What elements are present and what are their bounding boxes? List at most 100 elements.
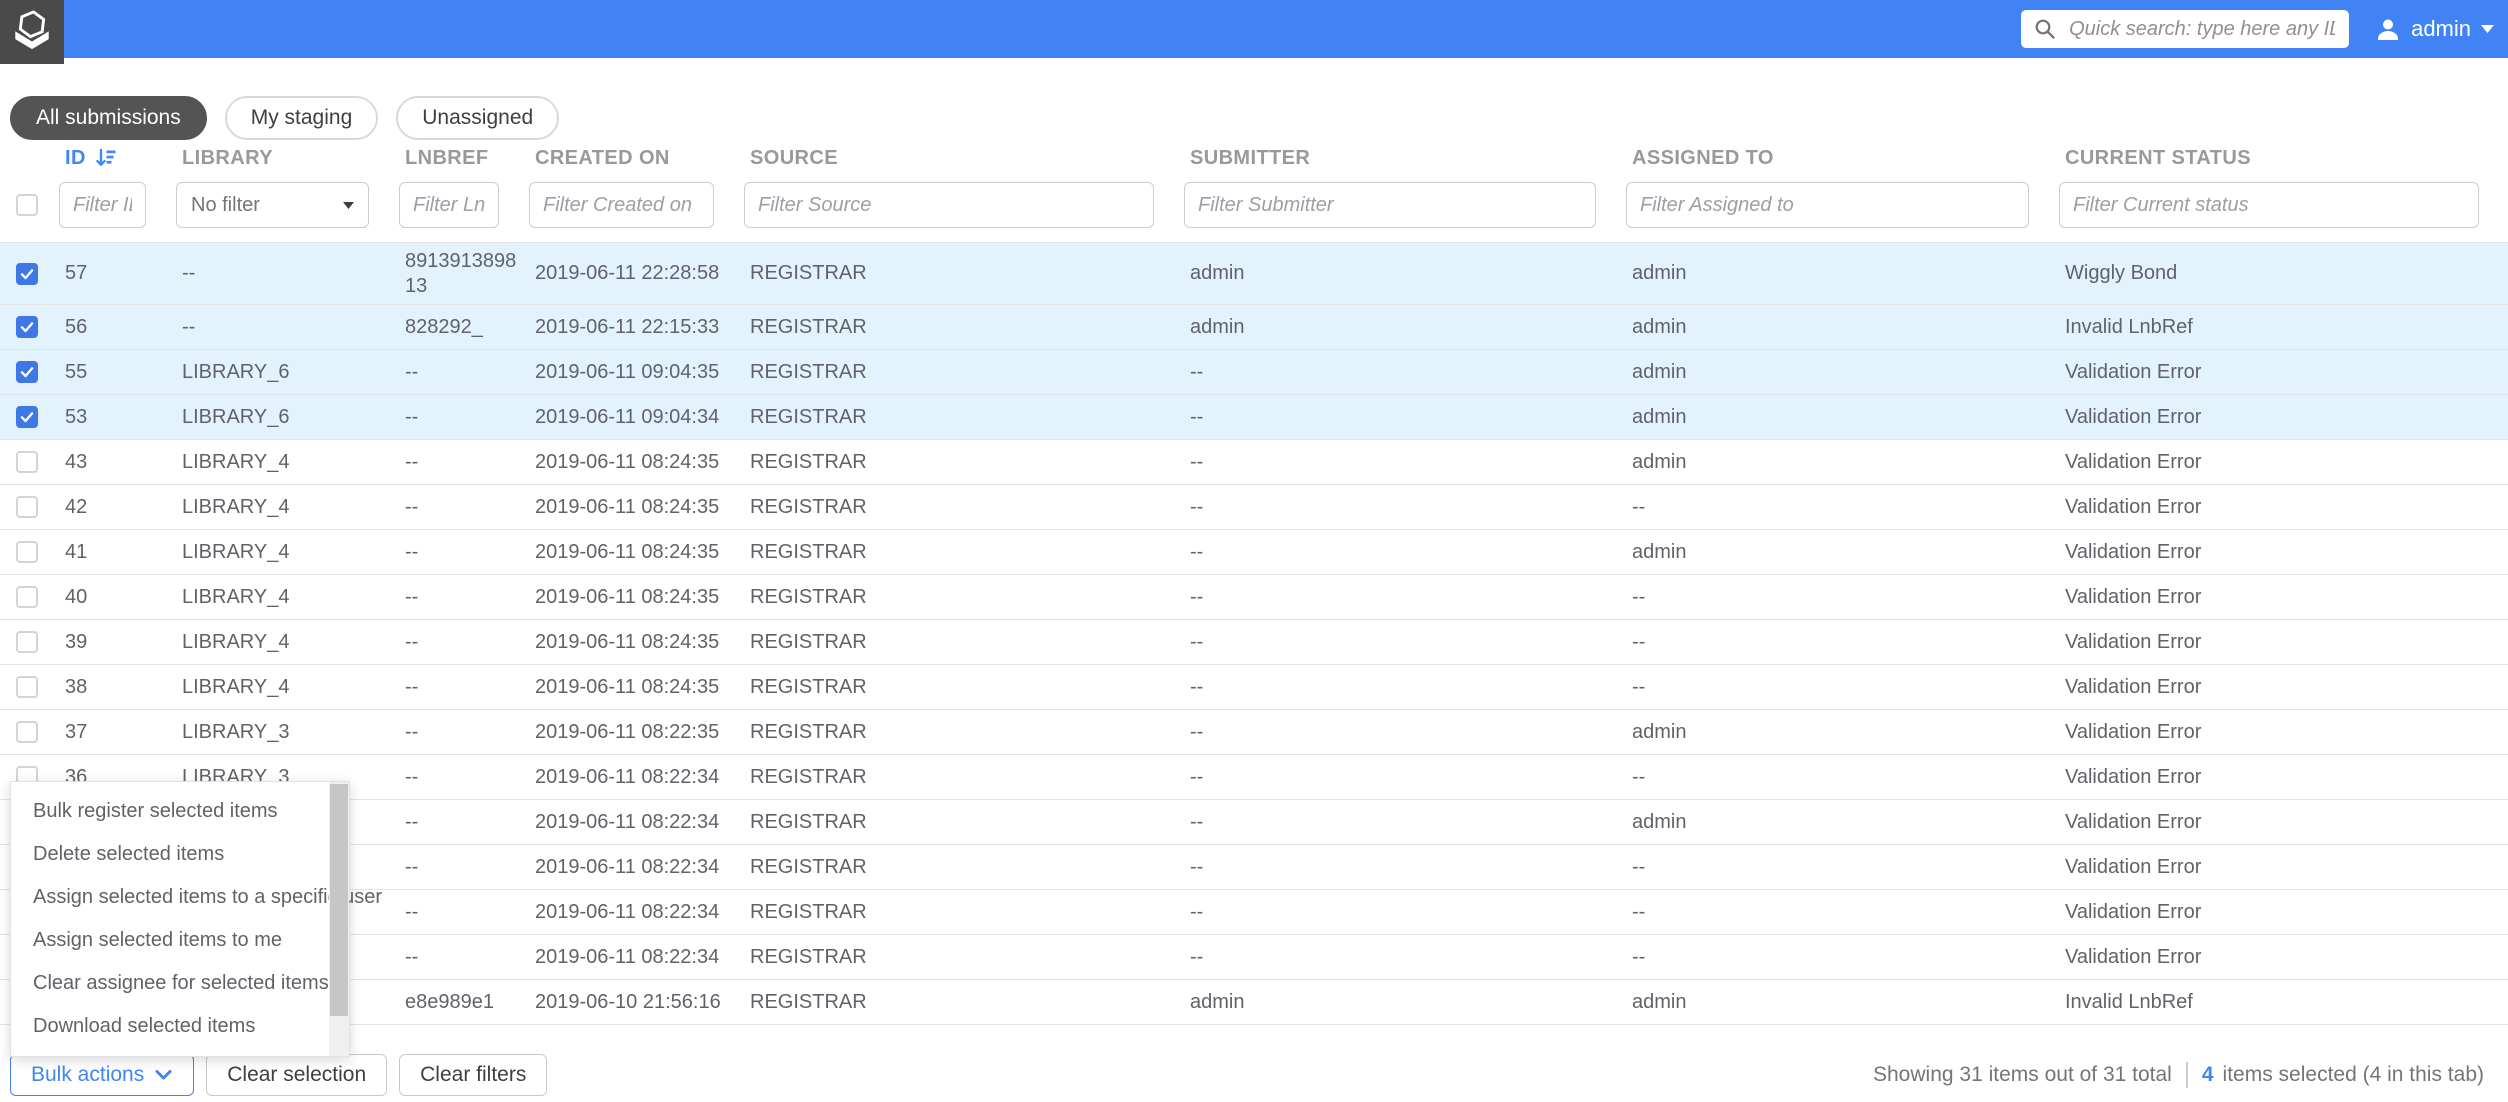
column-header-created_on[interactable]: CREATED ON (519, 140, 734, 176)
table-row[interactable]: 55LIBRARY_6--2019-06-11 09:04:35REGISTRA… (0, 350, 2508, 395)
row-checkbox[interactable] (16, 631, 38, 653)
cell-assigned_to: -- (1616, 845, 2049, 889)
table-row[interactable]: 56--828292_2019-06-11 22:15:33REGISTRARa… (0, 305, 2508, 350)
row-checkbox[interactable] (16, 316, 38, 338)
table-row[interactable]: 37LIBRARY_3--2019-06-11 08:22:35REGISTRA… (0, 710, 2508, 755)
filter-cell-created_on (519, 182, 734, 228)
cell-text: -- (405, 675, 418, 700)
filter-input-id[interactable] (59, 182, 146, 228)
menu-item-assign-selected-items-to-me[interactable]: Assign selected items to me (11, 919, 349, 962)
menu-item-delete-selected-items[interactable]: Delete selected items (11, 833, 349, 876)
cell-created_on: 2019-06-11 09:04:34 (519, 395, 734, 439)
column-header-current_status[interactable]: CURRENT STATUS (2049, 140, 2508, 176)
menu-item-download-selected-items[interactable]: Download selected items (11, 1005, 349, 1048)
clear-filters-button[interactable]: Clear filters (399, 1054, 547, 1096)
table-row[interactable]: 43LIBRARY_4--2019-06-11 08:24:35REGISTRA… (0, 440, 2508, 485)
table-row[interactable]: 40LIBRARY_4--2019-06-11 08:24:35REGISTRA… (0, 575, 2508, 620)
cell-source: REGISTRAR (734, 620, 1174, 664)
selected-count: 4 (2202, 1063, 2214, 1087)
menu-item-clear-assignee-for-selected-items[interactable]: Clear assignee for selected items (11, 962, 349, 1005)
table-row[interactable]: 38LIBRARY_4--2019-06-11 08:24:35REGISTRA… (0, 665, 2508, 710)
bulk-actions-button[interactable]: Bulk actions (10, 1054, 194, 1096)
cell-text: REGISTRAR (750, 262, 867, 285)
caret-down-icon (2481, 25, 2494, 33)
table-row[interactable]: --2019-06-11 08:22:34REGISTRAR--adminVal… (0, 800, 2508, 845)
cell-assigned_to: -- (1616, 575, 2049, 619)
table-row[interactable]: 42LIBRARY_4--2019-06-11 08:24:35REGISTRA… (0, 485, 2508, 530)
filter-input-assigned_to[interactable] (1626, 182, 2029, 228)
cell-current_status: Validation Error (2049, 890, 2508, 934)
table-row[interactable]: 53LIBRARY_6--2019-06-11 09:04:34REGISTRA… (0, 395, 2508, 440)
filter-input-created_on[interactable] (529, 182, 714, 228)
column-header-submitter[interactable]: SUBMITTER (1174, 140, 1616, 176)
cell-text: Validation Error (2065, 946, 2201, 969)
table-row[interactable]: 39LIBRARY_4--2019-06-11 08:24:35REGISTRA… (0, 620, 2508, 665)
cell-text: -- (1190, 946, 1203, 969)
tab-unassigned[interactable]: Unassigned (396, 96, 559, 140)
tab-my-staging[interactable]: My staging (225, 96, 379, 140)
cell-assigned_to: -- (1616, 755, 2049, 799)
bulk-actions-menu: Bulk register selected itemsDelete selec… (10, 781, 350, 1057)
row-checkbox[interactable] (16, 451, 38, 473)
row-checkbox[interactable] (16, 361, 38, 383)
menu-item-assign-selected-items-to-a-specific-user[interactable]: Assign selected items to a specific user (11, 876, 349, 919)
column-header-lnbref[interactable]: LNBREF (389, 140, 519, 176)
cell-text: -- (405, 720, 418, 745)
table-row[interactable]: 36LIBRARY_3--2019-06-11 08:22:34REGISTRA… (0, 755, 2508, 800)
cell-text: -- (1632, 766, 1645, 789)
cell-source: REGISTRAR (734, 485, 1174, 529)
cell-text: -- (182, 316, 195, 339)
library-filter-select[interactable]: No filter (176, 182, 369, 228)
filter-input-lnbref[interactable] (399, 182, 499, 228)
cell-lnbref: -- (389, 485, 519, 529)
table-row[interactable]: --2019-06-11 08:22:34REGISTRAR----Valida… (0, 845, 2508, 890)
menu-scrollbar-thumb[interactable] (330, 784, 348, 1016)
menu-scrollbar[interactable] (329, 782, 349, 1056)
cell-lnbref: -- (389, 575, 519, 619)
cell-source: REGISTRAR (734, 845, 1174, 889)
table-row[interactable]: 41LIBRARY_4--2019-06-11 08:24:35REGISTRA… (0, 530, 2508, 575)
cell-assigned_to: -- (1616, 665, 2049, 709)
row-checkbox[interactable] (16, 586, 38, 608)
menu-item-bulk-register-selected-items[interactable]: Bulk register selected items (11, 790, 349, 833)
filter-cell-submitter (1174, 182, 1616, 228)
table-row[interactable]: 57--8913913898132019-06-11 22:28:58REGIS… (0, 243, 2508, 305)
column-header-library[interactable]: LIBRARY (166, 140, 389, 176)
cell-id: 56 (49, 305, 166, 349)
cell-text: 2019-06-11 08:24:35 (535, 541, 719, 564)
quick-search-input[interactable] (2067, 17, 2337, 42)
table-row[interactable]: --2019-06-11 08:22:34REGISTRAR----Valida… (0, 935, 2508, 980)
cell-created_on: 2019-06-11 08:22:34 (519, 890, 734, 934)
row-checkbox[interactable] (16, 676, 38, 698)
user-menu[interactable]: admin (2375, 16, 2494, 42)
cell-text: LIBRARY_4 (182, 676, 289, 699)
filter-input-submitter[interactable] (1184, 182, 1596, 228)
cell-text: REGISTRAR (750, 676, 867, 699)
row-checkbox[interactable] (16, 263, 38, 285)
cell-lnbref: -- (389, 395, 519, 439)
column-header-id[interactable]: ID (49, 140, 166, 176)
filter-input-current_status[interactable] (2059, 182, 2479, 228)
app-logo[interactable] (0, 0, 64, 64)
cell-text: 2019-06-11 09:04:34 (535, 406, 719, 429)
row-checkbox[interactable] (16, 721, 38, 743)
column-header-source[interactable]: SOURCE (734, 140, 1174, 176)
filter-input-source[interactable] (744, 182, 1154, 228)
cell-text: -- (1190, 451, 1203, 474)
row-checkbox[interactable] (16, 496, 38, 518)
cell-text: LIBRARY_4 (182, 496, 289, 519)
cell-created_on: 2019-06-11 08:24:35 (519, 665, 734, 709)
row-checkbox[interactable] (16, 406, 38, 428)
table-filter-row: No filter (0, 176, 2508, 234)
table-row[interactable]: e8e989e12019-06-10 21:56:16REGISTRARadmi… (0, 980, 2508, 1025)
select-all-checkbox[interactable] (16, 194, 38, 216)
cell-text: admin (1632, 541, 1686, 564)
filter-cell-source (734, 182, 1174, 228)
tab-all-submissions[interactable]: All submissions (10, 96, 207, 140)
cell-assigned_to: admin (1616, 243, 2049, 304)
clear-selection-button[interactable]: Clear selection (206, 1054, 387, 1096)
cell-text: Validation Error (2065, 541, 2201, 564)
cell-text: -- (1190, 496, 1203, 519)
column-header-assigned_to[interactable]: ASSIGNED TO (1616, 140, 2049, 176)
row-checkbox[interactable] (16, 541, 38, 563)
